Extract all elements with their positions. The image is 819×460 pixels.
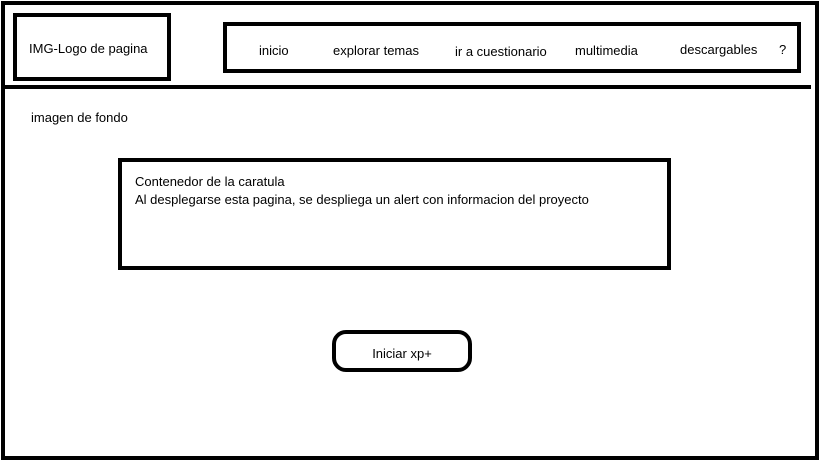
nav-item-explorar-temas[interactable]: explorar temas	[333, 43, 419, 58]
cover-container: Contenedor de la caratula Al desplegarse…	[118, 158, 671, 270]
start-button-label: Iniciar xp+	[372, 346, 432, 361]
nav-item-multimedia[interactable]: multimedia	[575, 43, 638, 58]
start-button[interactable]: Iniciar xp+	[332, 330, 472, 372]
nav-item-inicio[interactable]: inicio	[259, 43, 289, 58]
logo-text: IMG-Logo de pagina	[29, 41, 148, 56]
logo-placeholder[interactable]: IMG-Logo de pagina	[13, 13, 171, 81]
nav-item-ir-a-cuestionario[interactable]: ir a cuestionario	[455, 44, 547, 59]
header: IMG-Logo de pagina inicio explorar temas…	[5, 5, 811, 89]
cover-description: Al desplegarse esta pagina, se despliega…	[135, 192, 589, 207]
main-nav: inicio explorar temas ir a cuestionario …	[223, 22, 801, 73]
nav-item-descargables[interactable]: descargables	[680, 42, 757, 57]
nav-item-help[interactable]: ?	[779, 42, 786, 57]
background-image-label: imagen de fondo	[31, 110, 128, 125]
cover-title: Contenedor de la caratula	[135, 174, 285, 189]
